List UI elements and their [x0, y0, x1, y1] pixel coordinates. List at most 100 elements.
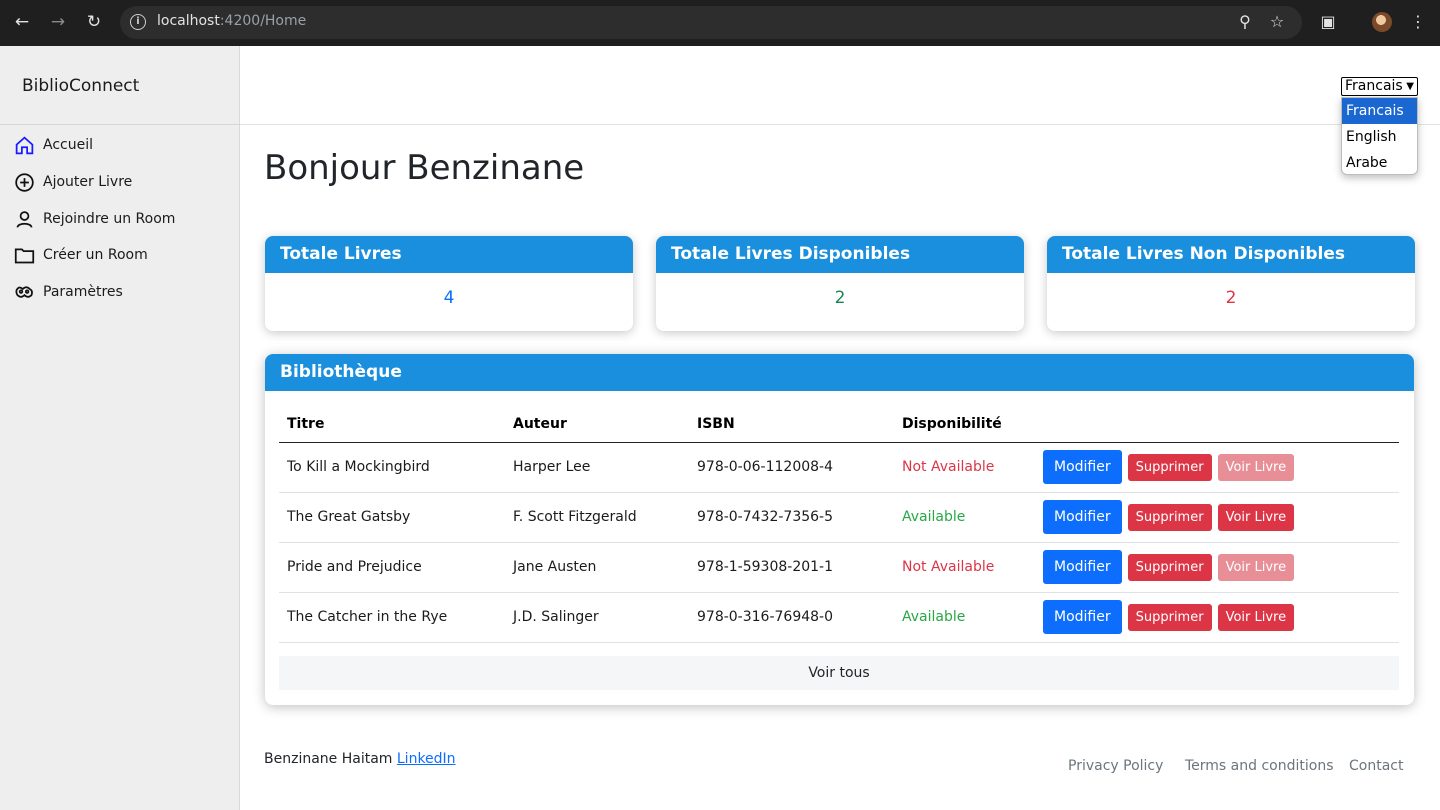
column-header-isbn: ISBN: [689, 407, 894, 443]
edit-button[interactable]: Modifier: [1043, 550, 1122, 584]
contact-link[interactable]: Contact: [1349, 758, 1403, 774]
book-author: F. Scott Fitzgerald: [505, 492, 689, 543]
sidebar-item-creer-room[interactable]: Créer un Room: [14, 243, 148, 267]
table-header-row: Titre Auteur ISBN Disponibilité: [279, 407, 1399, 443]
delete-button[interactable]: Supprimer: [1127, 503, 1212, 531]
language-option-english[interactable]: English: [1342, 124, 1417, 150]
address-bar[interactable]: i localhost:4200/Home ⚲ ☆: [120, 6, 1302, 39]
reload-icon[interactable]: ↻: [83, 11, 105, 33]
stat-card-title: Totale Livres: [265, 236, 633, 273]
edit-button[interactable]: Modifier: [1043, 450, 1122, 484]
row-actions: Modifier Supprimer Voir Livre: [1035, 592, 1399, 643]
delete-button[interactable]: Supprimer: [1127, 553, 1212, 581]
sidebar-item-ajouter-livre[interactable]: Ajouter Livre: [14, 170, 132, 194]
book-author: Harper Lee: [505, 442, 689, 493]
sidebar: BiblioConnect Accueil Ajouter Livre Rejo…: [0, 46, 240, 810]
delete-button[interactable]: Supprimer: [1127, 453, 1212, 481]
terms-link[interactable]: Terms and conditions: [1185, 758, 1334, 774]
stat-card-unavailable: Totale Livres Non Disponibles 2: [1047, 236, 1415, 331]
header-divider: [240, 124, 1440, 125]
bookmark-star-icon[interactable]: ☆: [1266, 11, 1288, 33]
footer-credit: Benzinane Haitam LinkedIn: [264, 751, 456, 767]
sidebar-item-label: Ajouter Livre: [43, 174, 133, 190]
book-isbn: 978-1-59308-201-1: [689, 542, 894, 593]
brand-title: BiblioConnect: [22, 76, 140, 96]
stat-card-value: 2: [834, 288, 846, 308]
sidebar-item-label: Créer un Room: [43, 247, 148, 263]
folder-icon: [14, 248, 35, 263]
sidebar-item-label: Accueil: [43, 137, 93, 153]
stat-card-total: Totale Livres 4: [265, 236, 633, 331]
column-header-disponibilite: Disponibilité: [894, 407, 1035, 443]
plus-circle-icon: [15, 172, 34, 192]
extensions-icon[interactable]: ▣: [1317, 11, 1339, 33]
sidebar-item-label: Rejoindre un Room: [43, 211, 176, 227]
row-actions: Modifier Supprimer Voir Livre: [1035, 442, 1399, 493]
books-table: Titre Auteur ISBN Disponibilité To Kill …: [279, 407, 1399, 643]
sidebar-item-label: Paramètres: [43, 284, 123, 300]
book-title: The Great Gatsby: [279, 492, 505, 543]
privacy-policy-link[interactable]: Privacy Policy: [1068, 758, 1163, 774]
book-isbn: 978-0-06-112008-4: [689, 442, 894, 493]
edit-button[interactable]: Modifier: [1043, 500, 1122, 534]
view-book-button[interactable]: Voir Livre: [1217, 603, 1295, 631]
book-author: J.D. Salinger: [505, 592, 689, 643]
column-header-auteur: Auteur: [505, 407, 689, 443]
book-status: Not Available: [894, 442, 1035, 493]
linkedin-link[interactable]: LinkedIn: [397, 751, 456, 767]
view-all-button[interactable]: Voir tous: [279, 656, 1399, 690]
url-text[interactable]: localhost:4200/Home: [157, 13, 306, 29]
sidebar-item-parametres[interactable]: Paramètres: [14, 280, 123, 304]
language-option-francais[interactable]: Francais: [1342, 98, 1417, 124]
stat-card-available: Totale Livres Disponibles 2: [656, 236, 1024, 331]
settings-icon: [15, 285, 33, 298]
page-title: Bonjour Benzinane: [264, 148, 585, 188]
book-author: Jane Austen: [505, 542, 689, 593]
book-isbn: 978-0-7432-7356-5: [689, 492, 894, 543]
delete-button[interactable]: Supprimer: [1127, 603, 1212, 631]
forward-icon[interactable]: →: [47, 11, 69, 33]
table-row: Pride and Prejudice Jane Austen 978-1-59…: [279, 542, 1399, 593]
browser-toolbar: ← → ↻ i localhost:4200/Home ⚲ ☆ ▣ ⋮: [0, 0, 1440, 46]
row-actions: Modifier Supprimer Voir Livre: [1035, 542, 1399, 593]
zoom-icon[interactable]: ⚲: [1234, 11, 1256, 33]
library-title: Bibliothèque: [265, 354, 1414, 391]
chevron-down-icon: ▼: [1406, 81, 1414, 92]
library-panel: Bibliothèque Titre Auteur ISBN Disponibi…: [265, 354, 1414, 705]
book-isbn: 978-0-316-76948-0: [689, 592, 894, 643]
column-header-titre: Titre: [279, 407, 505, 443]
user-icon: [16, 210, 33, 228]
book-status: Not Available: [894, 542, 1035, 593]
stat-card-title: Totale Livres Disponibles: [656, 236, 1024, 273]
sidebar-item-accueil[interactable]: Accueil: [14, 133, 93, 157]
book-title: To Kill a Mockingbird: [279, 442, 505, 493]
column-header-actions: [1035, 407, 1399, 443]
sidebar-item-rejoindre-room[interactable]: Rejoindre un Room: [14, 207, 175, 231]
home-icon: [15, 135, 34, 154]
book-title: The Catcher in the Rye: [279, 592, 505, 643]
view-book-button: Voir Livre: [1217, 453, 1295, 481]
footer-author: Benzinane Haitam: [264, 751, 393, 767]
view-book-button[interactable]: Voir Livre: [1217, 503, 1295, 531]
book-title: Pride and Prejudice: [279, 542, 505, 593]
language-select[interactable]: Francais ▼: [1341, 77, 1418, 96]
language-dropdown-menu: Francais English Arabe: [1341, 97, 1418, 175]
table-row: To Kill a Mockingbird Harper Lee 978-0-0…: [279, 442, 1399, 493]
stat-card-value: 2: [1225, 288, 1237, 308]
table-row: The Catcher in the Rye J.D. Salinger 978…: [279, 592, 1399, 643]
book-status: Available: [894, 492, 1035, 543]
language-selected-value: Francais: [1345, 78, 1403, 94]
profile-avatar[interactable]: [1372, 12, 1392, 32]
book-status: Available: [894, 592, 1035, 643]
stat-card-title: Totale Livres Non Disponibles: [1047, 236, 1415, 273]
row-actions: Modifier Supprimer Voir Livre: [1035, 492, 1399, 543]
edit-button[interactable]: Modifier: [1043, 600, 1122, 634]
stat-card-value: 4: [443, 288, 455, 308]
table-row: The Great Gatsby F. Scott Fitzgerald 978…: [279, 492, 1399, 543]
sidebar-divider: [0, 124, 240, 125]
back-icon[interactable]: ←: [11, 11, 33, 33]
site-info-icon[interactable]: i: [130, 14, 146, 30]
menu-dots-icon[interactable]: ⋮: [1407, 11, 1429, 33]
view-book-button: Voir Livre: [1217, 553, 1295, 581]
language-option-arabe[interactable]: Arabe: [1342, 150, 1417, 176]
